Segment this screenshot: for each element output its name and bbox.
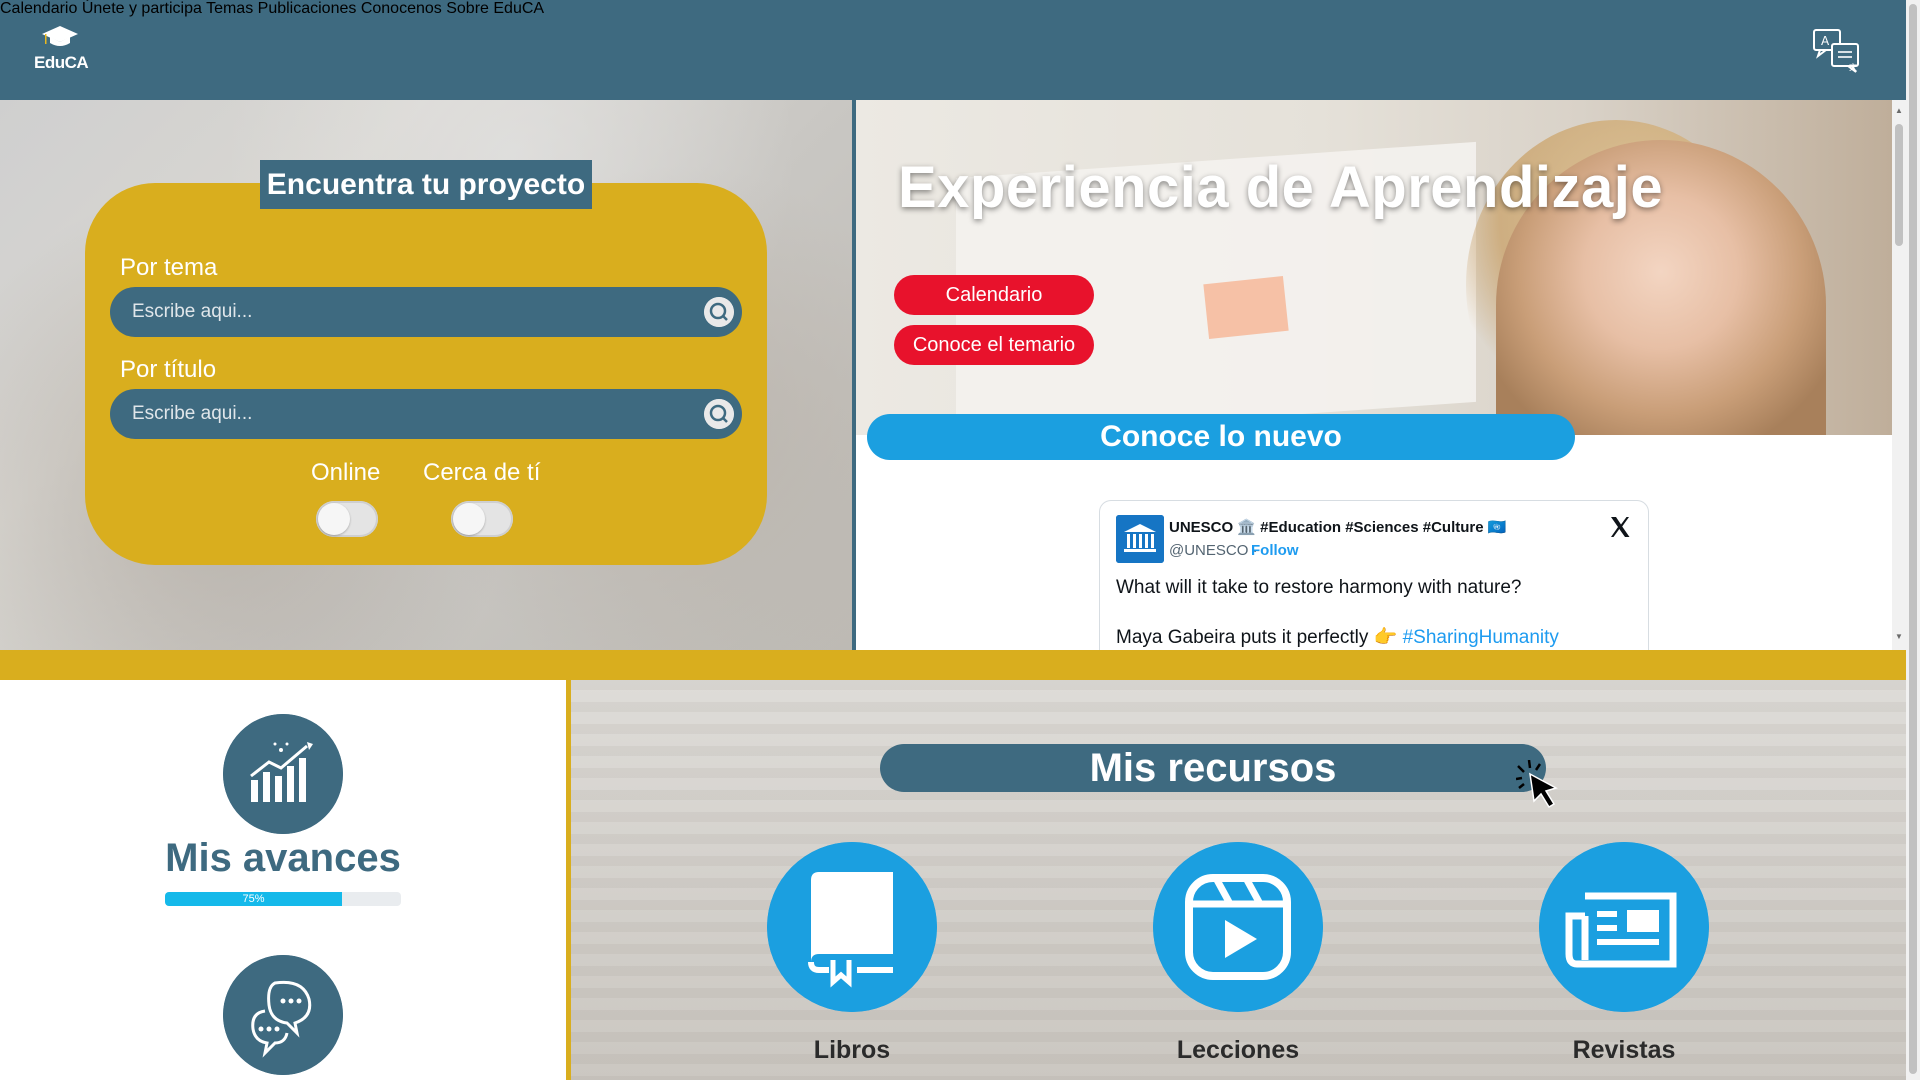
page-scrollbar[interactable]	[1906, 0, 1920, 1080]
hero-scrollbar[interactable]: ▲ ▼	[1892, 100, 1906, 650]
by-title-label: Por título	[120, 356, 217, 383]
syllabus-button[interactable]: Conoce el temario	[894, 325, 1094, 365]
magazines-label[interactable]: Revistas	[1514, 1036, 1734, 1065]
nav-conocenos[interactable]: Conocenos	[361, 0, 442, 17]
my-progress-title: Mis avances	[165, 836, 401, 880]
svg-text:A: A	[1821, 34, 1830, 48]
sticky-note-illustration	[1203, 275, 1289, 340]
scroll-up-arrow-icon[interactable]: ▲	[1895, 106, 1903, 115]
scrollbar-thumb[interactable]	[1895, 124, 1903, 246]
mouse-pointer-icon	[1516, 760, 1558, 809]
near-toggle-label: Cerca de tí	[423, 459, 541, 486]
title-search-input[interactable]	[132, 389, 692, 439]
lessons-label[interactable]: Lecciones	[1128, 1036, 1348, 1065]
hero-banner-image	[856, 100, 1892, 435]
online-toggle-label: Online	[311, 459, 381, 486]
graduation-cap-icon	[42, 26, 78, 46]
tweet-follow-link[interactable]: Follow	[1251, 542, 1299, 559]
embedded-tweet[interactable]: UNESCO 🏛️ #Education #Sciences #Culture …	[1099, 500, 1649, 650]
tweet-text-line1: What will it take to restore harmony wit…	[1116, 577, 1522, 598]
chat-bubbles-icon[interactable]	[223, 955, 343, 1075]
logo-text: EduCA	[34, 53, 89, 72]
scroll-down-arrow-icon[interactable]: ▼	[1895, 632, 1903, 641]
video-lesson-icon[interactable]	[1153, 842, 1323, 1012]
news-section-title: Conoce lo nuevo	[867, 414, 1575, 460]
x-logo-icon[interactable]	[1608, 515, 1632, 539]
near-toggle[interactable]	[451, 501, 513, 537]
tweet-text-line2: Maya Gabeira puts it perfectly 👉 #Sharin…	[1116, 625, 1559, 649]
hero-title: Experiencia de Aprendizaje	[898, 155, 1664, 220]
svg-text:文: 文	[1849, 62, 1857, 72]
tweet-hashtag-link[interactable]: #SharingHumanity	[1403, 627, 1559, 648]
search-icon[interactable]	[704, 297, 734, 327]
title-search-field	[110, 389, 742, 439]
unesco-avatar-icon	[1116, 515, 1164, 563]
section-separator	[0, 650, 1906, 680]
nav-unete[interactable]: Únete y participa	[82, 0, 202, 17]
educa-logo[interactable]: EduCA	[30, 26, 90, 76]
by-topic-label: Por tema	[120, 254, 218, 281]
book-icon[interactable]	[767, 842, 937, 1012]
nav-sobre-educa[interactable]: Sobre EduCA	[446, 0, 544, 17]
topic-search-field	[110, 287, 742, 337]
nav-calendario[interactable]: Calendario	[0, 0, 77, 17]
progress-bar: 75%	[165, 892, 401, 906]
newspaper-icon[interactable]	[1539, 842, 1709, 1012]
nav-publicaciones[interactable]: Publicaciones	[258, 0, 357, 17]
topic-search-input[interactable]	[132, 287, 692, 337]
translate-icon[interactable]: A 文	[1812, 26, 1864, 74]
toggle-knob	[453, 503, 485, 535]
calendar-button[interactable]: Calendario	[894, 275, 1094, 315]
progress-label: 75%	[242, 893, 265, 905]
books-label[interactable]: Libros	[742, 1036, 962, 1065]
toggle-knob	[318, 503, 350, 535]
top-navbar: EduCA Calendario Únete y participa Temas…	[0, 0, 1906, 100]
nav-temas[interactable]: Temas	[206, 0, 253, 17]
tweet-author-handle[interactable]: @UNESCO ·	[1169, 542, 1258, 559]
online-toggle[interactable]	[316, 501, 378, 537]
search-icon[interactable]	[704, 399, 734, 429]
tweet-text: Maya Gabeira puts it perfectly 👉	[1116, 627, 1403, 648]
page-scrollbar-thumb[interactable]	[1909, 4, 1917, 1074]
growth-chart-icon[interactable]	[223, 714, 343, 834]
my-resources-title: Mis recursos	[880, 744, 1546, 792]
search-card-title: Encuentra tu proyecto	[260, 160, 592, 209]
tweet-author-name[interactable]: UNESCO 🏛️ #Education #Sciences #Culture …	[1169, 518, 1506, 536]
